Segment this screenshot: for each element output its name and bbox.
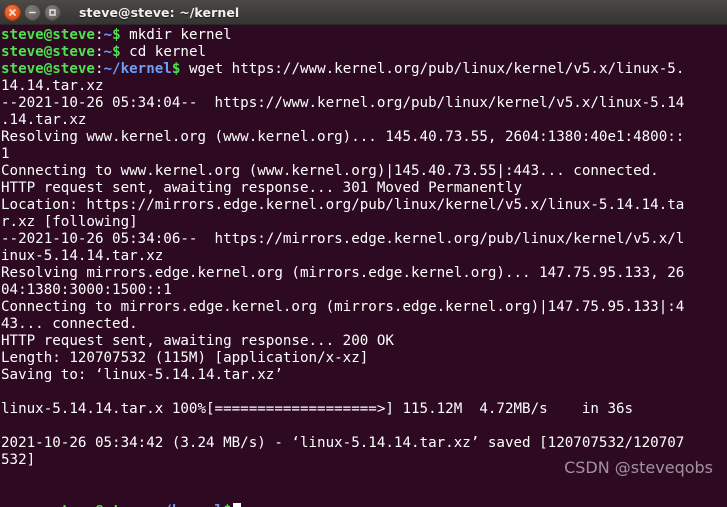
terminal-output-line: Saving to: ‘linux-5.14.14.tar.xz’ [1,367,283,383]
prompt-sigil: $ [223,503,232,507]
terminal-output-line: 14.14.tar.xz [1,78,104,94]
terminal-output-line: HTTP request sent, awaiting response... … [1,333,394,349]
prompt-user-host: steve@steve [1,61,95,77]
terminal-output-line: --2021-10-26 05:34:06-- https://mirrors.… [1,231,685,247]
terminal-output-line: --2021-10-26 05:34:04-- https://www.kern… [1,95,685,111]
terminal-output-line: Resolving www.kernel.org (www.kernel.org… [1,129,685,145]
terminal-output-line: Location: https://mirrors.edge.kernel.or… [1,197,685,213]
prompt-user-host: steve@steve [1,44,95,60]
prompt-colon: : [94,44,104,60]
window-title: steve@steve: ~/kernel [79,4,240,20]
terminal-output-line: Connecting to mirrors.edge.kernel.org (m… [1,299,685,315]
terminal-prompt-line: steve@steve:~$ cd kernel [1,44,727,61]
terminal-output-line: 2021-10-26 05:34:42 (3.24 MB/s) - ‘linux… [1,435,685,451]
terminal-output-line: 43... connected. [1,316,138,332]
terminal-output-line: r.xz [following] [1,214,138,230]
terminal-output: steve@steve:~$ mkdir kernel steve@steve:~… [1,27,727,486]
terminal-output-line: Connecting to www.kernel.org (www.kernel… [1,163,659,179]
minimize-button[interactable] [24,3,41,21]
terminal-prompt-line: steve@steve:~/kernel$ wget https://www.k… [1,61,727,78]
terminal-output-line: 1 [1,146,10,162]
text-cursor [232,503,241,507]
terminal-output-line: HTTP request sent, awaiting response... … [1,180,523,196]
prompt-path: ~ [103,27,113,43]
terminal-output-line: Resolving mirrors.edge.kernel.org (mirro… [1,265,685,281]
prompt-user-host: steve@steve [52,503,146,507]
prompt-path: ~/kernel [155,503,223,507]
maximize-button[interactable] [44,3,61,21]
prompt-sigil: $ [112,44,121,60]
prompt-colon: : [146,503,155,507]
minimize-icon [29,11,36,13]
terminal-output-line: .14.tar.xz [1,112,87,128]
terminal-prompt-line: steve@steve:~$ mkdir kernel [1,27,727,44]
terminal-output-line: 04:1380:3000:1500::1 [1,282,172,298]
terminal-command-text: cd kernel [120,44,207,60]
close-icon [9,8,16,16]
terminal-command-text: mkdir kernel [120,27,232,43]
terminal-output-line: inux-5.14.14.tar.xz [1,248,164,264]
terminal-output-line: 532] [1,452,36,468]
prompt-sigil: $ [112,27,121,43]
prompt-colon: : [94,61,104,77]
prompt-colon: : [94,27,104,43]
window-controls [4,3,61,21]
prompt-user-host: steve@steve [1,27,95,43]
window-titlebar: steve@steve: ~/kernel [0,0,727,25]
terminal-screen[interactable]: steve@steve:~$ mkdir kernel steve@steve:~… [0,25,727,507]
terminal-prompt-line: steve@steve:~/kernel$ [1,486,727,507]
terminal-output-line: linux-5.14.14.tar.x 100%[===============… [1,401,634,417]
prompt-path: ~ [103,44,113,60]
maximize-icon [49,8,56,16]
terminal-output-line: Length: 120707532 (115M) [application/x-… [1,350,369,366]
prompt-path: ~/kernel [103,61,172,77]
close-button[interactable] [4,3,21,21]
terminal-command-text: wget https://www.kernel.org/pub/linux/ke… [180,61,685,77]
terminal-window: steve@steve: ~/kernel steve@steve:~$ mkd… [0,0,727,507]
